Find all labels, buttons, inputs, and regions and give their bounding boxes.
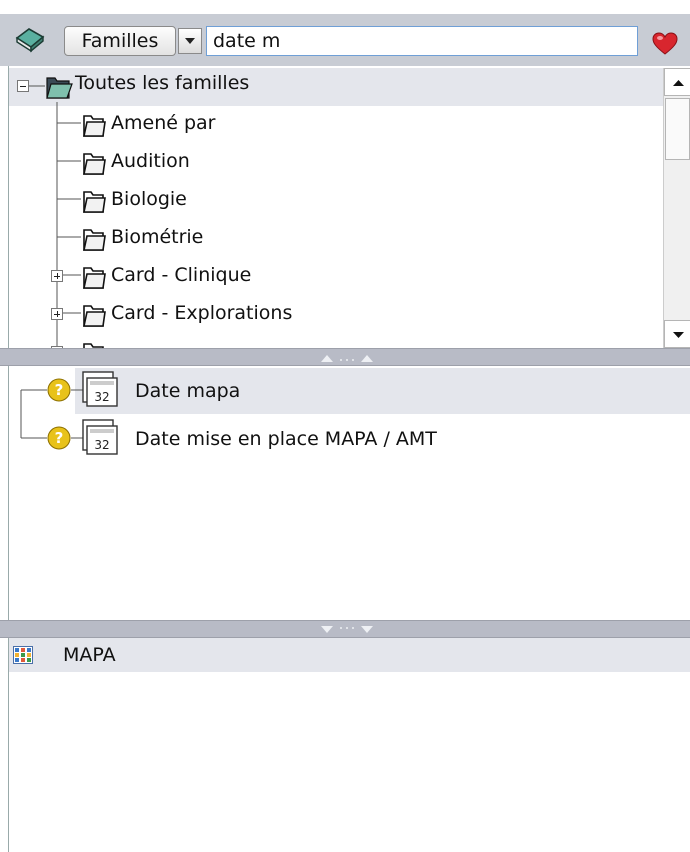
tree-item-label: Card - Explorations xyxy=(111,302,293,324)
tree-collapse-toggle[interactable] xyxy=(17,80,29,92)
calendar-day: 32 xyxy=(94,438,109,452)
scroll-down-button[interactable] xyxy=(664,320,690,348)
scroll-thumb[interactable] xyxy=(665,98,690,160)
folder-icon xyxy=(83,191,106,213)
scroll-up-button[interactable] xyxy=(664,68,690,96)
arrow-down-icon xyxy=(673,332,684,338)
tree-item-label: Biométrie xyxy=(111,226,204,248)
tree-item[interactable]: Biométrie xyxy=(9,220,664,258)
search-results-panel: ? 32 Date mapa ? 32 Date mise en place M… xyxy=(8,366,690,620)
folder-icon xyxy=(83,305,106,327)
tree-item-label: Amené par xyxy=(111,112,216,134)
detail-title: MAPA xyxy=(63,644,116,666)
open-folder-icon xyxy=(46,77,73,99)
tree-item-label: Card - Clinique xyxy=(111,264,252,286)
tree-root-label: Toutes les familles xyxy=(75,72,250,94)
result-item-label: Date mise en place MAPA / AMT xyxy=(135,428,437,450)
calendar-icon: 32 xyxy=(82,371,118,407)
tree-expand-toggle[interactable] xyxy=(51,308,63,320)
folder-icon xyxy=(83,115,106,137)
folder-icon xyxy=(83,229,106,251)
detail-panel: MAPA xyxy=(8,638,690,852)
panel-splitter-bottom[interactable] xyxy=(0,620,690,638)
folder-icon xyxy=(83,267,106,289)
tree-item-label: Biologie xyxy=(111,188,187,210)
chevron-down-icon xyxy=(185,38,195,44)
tree-item-partial[interactable] xyxy=(9,334,664,348)
result-item[interactable]: ? 32 Date mapa xyxy=(9,368,690,414)
help-icon: ? xyxy=(47,378,71,402)
tree-item[interactable]: Biologie xyxy=(9,182,664,220)
tree-expand-toggle[interactable] xyxy=(51,270,63,282)
folder-icon xyxy=(83,343,104,348)
tree-item[interactable]: Card - Clinique xyxy=(9,258,664,296)
help-icon: ? xyxy=(47,426,71,450)
category-select-button[interactable]: Familles xyxy=(64,26,176,56)
tree-item[interactable]: Card - Explorations xyxy=(9,296,664,334)
search-input[interactable] xyxy=(206,26,638,56)
folder-icon xyxy=(83,153,106,175)
detail-header[interactable]: MAPA xyxy=(9,638,690,672)
grid-icon xyxy=(13,646,33,664)
book-icon[interactable] xyxy=(14,24,46,54)
grip-up-icon xyxy=(321,355,373,362)
grip-down-icon xyxy=(321,626,373,633)
heart-icon[interactable] xyxy=(652,32,678,56)
calendar-day: 32 xyxy=(94,390,109,404)
tree-item[interactable]: Amené par xyxy=(9,106,664,144)
panel-splitter-top[interactable] xyxy=(0,348,690,366)
svg-text:?: ? xyxy=(55,429,64,447)
result-item-label: Date mapa xyxy=(135,380,241,402)
category-dropdown-button[interactable] xyxy=(178,28,202,54)
toolbar: Familles xyxy=(0,14,690,66)
family-tree-panel: Toutes les familles Amené par Audition B… xyxy=(8,66,690,348)
result-item[interactable]: ? 32 Date mise en place MAPA / AMT xyxy=(9,416,690,462)
svg-text:?: ? xyxy=(55,381,64,399)
tree-scrollbar[interactable] xyxy=(663,68,690,348)
calendar-icon: 32 xyxy=(82,419,118,455)
tree-item-label: Audition xyxy=(111,150,190,172)
arrow-up-icon xyxy=(673,80,684,86)
tree-item[interactable]: Audition xyxy=(9,144,664,182)
